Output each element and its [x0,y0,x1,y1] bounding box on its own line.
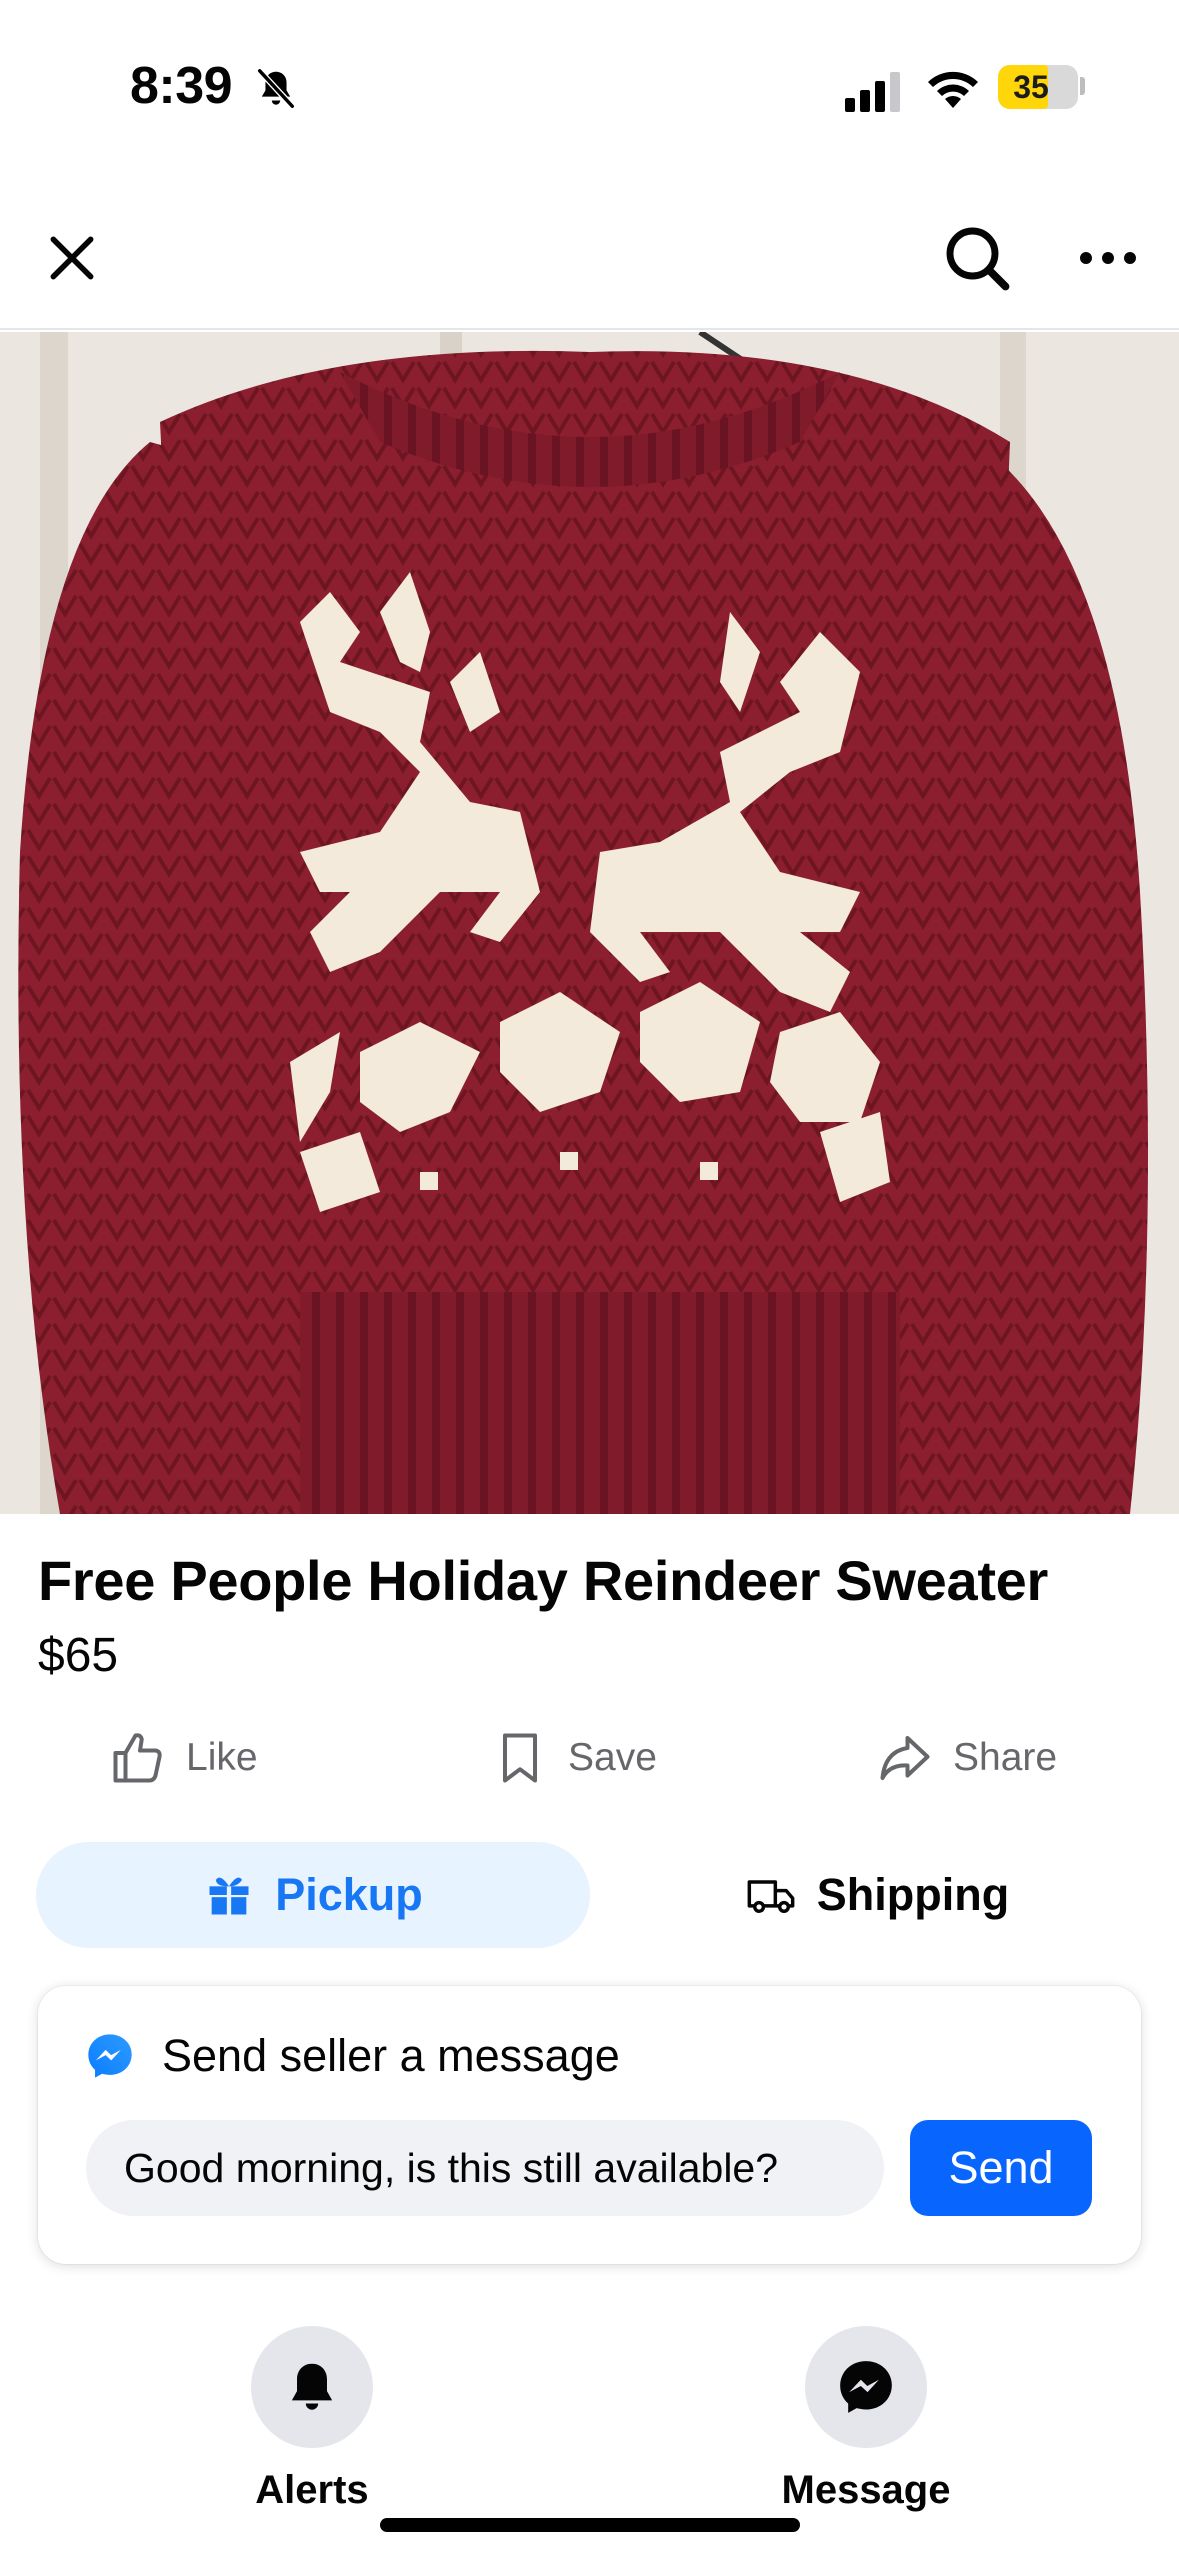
alerts-label: Alerts [255,2468,369,2512]
like-button[interactable]: Like [108,1720,258,1796]
close-button[interactable] [34,220,110,296]
save-label: Save [568,1736,657,1779]
bottom-nav-alerts[interactable]: Alerts [182,2326,442,2513]
pickup-label: Pickup [275,1869,423,1920]
tab-pickup[interactable]: Pickup [36,1842,590,1948]
share-arrow-icon [880,1736,930,1780]
listing-price: $65 [38,1629,119,1682]
bookmark-icon [503,1733,537,1783]
shipping-label: Shipping [816,1869,1010,1920]
listing-actions: Like Save Share [0,1720,1179,1796]
share-label: Share [953,1736,1058,1779]
more-options-button[interactable] [1070,220,1146,296]
send-message-card: Send seller a message Send [38,1986,1141,2264]
bottom-nav-message[interactable]: Message [736,2326,996,2513]
home-indicator[interactable] [380,2518,800,2532]
message-circle [805,2326,927,2448]
gift-box-icon [209,1877,249,1915]
messenger-icon [840,2361,892,2413]
search-icon [946,227,1010,291]
message-input[interactable] [86,2120,884,2216]
tab-shipping[interactable]: Shipping [600,1842,1154,1948]
thumbs-up-icon [113,1733,162,1783]
battery-level: 35 [1013,69,1049,105]
status-time: 8:39 [130,57,233,115]
battery-indicator: 35 [998,65,1078,109]
like-label: Like [186,1736,258,1779]
bell-icon [291,2363,333,2410]
alerts-circle [251,2326,373,2448]
share-button[interactable]: Share [875,1720,1057,1796]
sweater-photo [0,332,1179,1514]
messenger-icon [88,2034,132,2078]
message-heading: Send seller a message [162,2030,620,2081]
message-heading-row: Send seller a message [84,2030,620,2082]
more-icon [1080,252,1136,264]
message-label: Message [781,2468,951,2512]
bell-off-icon [257,68,295,109]
listing-title: Free People Holiday Reindeer Sweater [38,1549,1049,1612]
listing-photo[interactable] [0,332,1179,1514]
cellular-signal-icon [845,72,900,112]
close-icon [50,236,94,280]
truck-icon [747,1880,795,1913]
search-button[interactable] [935,216,1019,300]
send-button[interactable]: Send [910,2120,1092,2216]
status-bar: 8:39 35 [0,0,1179,170]
top-nav [0,190,1179,330]
save-button[interactable]: Save [490,1720,657,1796]
wifi-icon [928,71,978,108]
